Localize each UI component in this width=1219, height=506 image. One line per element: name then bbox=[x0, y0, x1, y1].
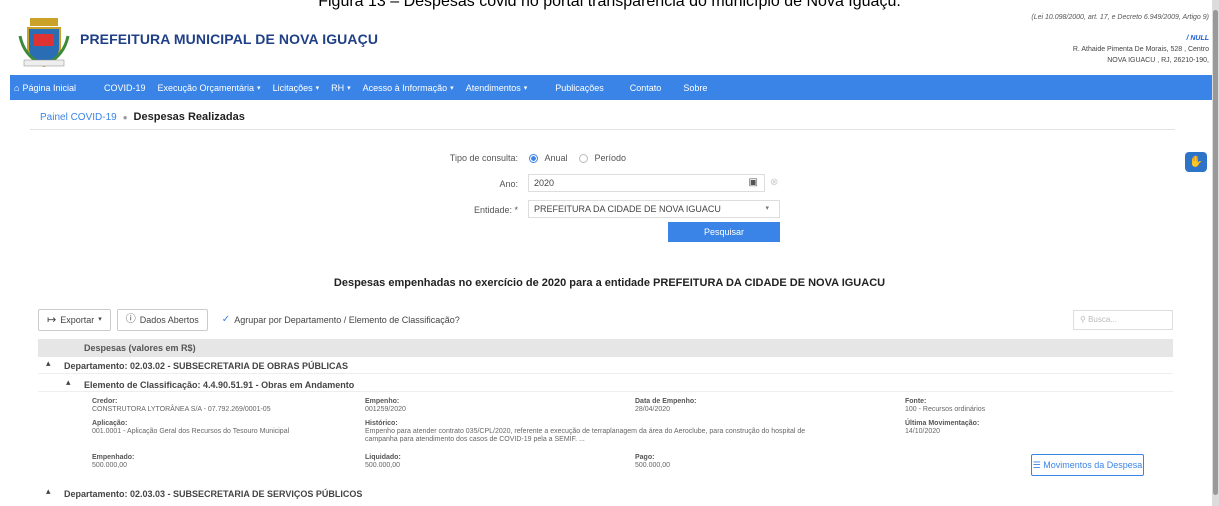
info-icon: ⓘ bbox=[125, 314, 136, 325]
chevron-down-icon: ▾ bbox=[347, 84, 351, 92]
chevron-down-icon: ▾ bbox=[98, 316, 102, 323]
search-input[interactable]: ⚲ Busca... bbox=[1073, 310, 1173, 330]
search-icon: ⚲ bbox=[1080, 315, 1086, 324]
movimentos-despesa-button[interactable]: ☰ Movimentos da Despesa bbox=[1031, 454, 1144, 476]
site-brand-title[interactable]: PREFEITURA MUNICIPAL DE NOVA IGUAÇU bbox=[80, 31, 378, 47]
calendar-icon[interactable]: ▣ bbox=[749, 175, 758, 191]
chevron-down-icon[interactable]: ▴ bbox=[46, 355, 51, 371]
scrollbar[interactable] bbox=[1212, 0, 1219, 506]
nav-contato[interactable]: Contato bbox=[624, 83, 668, 93]
home-icon: ⌂ bbox=[14, 82, 20, 93]
aplicacao-cell: Aplicação: 001.0001 - Aplicação Geral dos… bbox=[92, 420, 290, 435]
address-line-1: R. Athaide Pimenta De Morais, 528 , Cent… bbox=[1072, 46, 1209, 53]
nav-execucao[interactable]: Execução Orçamentária ▾ bbox=[152, 83, 267, 93]
nav-home[interactable]: ⌂ Página Inicial bbox=[10, 83, 82, 93]
site-header: PREFEITURA MUNICIPAL DE NOVA IGUAÇU (Lei… bbox=[10, 10, 1219, 74]
nav-rh[interactable]: RH ▾ bbox=[325, 83, 357, 93]
clear-icon[interactable]: ⊗ bbox=[770, 177, 778, 188]
chevron-down-icon[interactable]: ▴ bbox=[66, 375, 71, 389]
header-info: (Lei 10.098/2000, art. 17, e Decreto 6.9… bbox=[1031, 12, 1209, 66]
chevron-down-icon[interactable]: ▴ bbox=[46, 483, 51, 499]
main-navbar: ⌂ Página Inicial COVID-19 Execução Orçam… bbox=[10, 75, 1219, 100]
page-title: Despesas Realizadas bbox=[133, 111, 245, 123]
pesquisar-button[interactable]: Pesquisar bbox=[668, 222, 780, 242]
elemento-row[interactable]: ▴ Elemento de Classificação: 4.4.90.51.9… bbox=[38, 375, 1173, 392]
empenho-cell: Empenho: 001259/2020 bbox=[365, 398, 406, 413]
ano-label: Ano: bbox=[499, 179, 518, 189]
nav-sobre[interactable]: Sobre bbox=[677, 83, 713, 93]
ultima-movimentacao-cell: Última Movimentação: 14/10/2020 bbox=[905, 420, 980, 435]
liquidado-cell: Liquidado: 500.000,00 bbox=[365, 454, 401, 469]
exportar-button[interactable]: ↦ Exportar ▾ bbox=[38, 309, 111, 331]
user-null-label: / NULL bbox=[1186, 35, 1209, 42]
dados-abertos-button[interactable]: ⓘ Dados Abertos bbox=[116, 309, 208, 331]
accessibility-hand-icon[interactable]: ✋ bbox=[1185, 152, 1207, 172]
results-toolbar: ↦ Exportar ▾ ⓘ Dados Abertos ✓ Agrupar p… bbox=[38, 309, 468, 331]
nav-publicacoes[interactable]: Publicações bbox=[549, 83, 610, 93]
entidade-select[interactable]: PREFEITURA DA CIDADE DE NOVA IGUACU ▾ bbox=[528, 200, 780, 218]
city-coat-of-arms-logo[interactable] bbox=[16, 14, 72, 70]
agrupar-toggle[interactable]: ✓ Agrupar por Departamento / Elemento de… bbox=[213, 309, 468, 331]
dept-row-servicos[interactable]: ▴ Departamento: 02.03.03 - SUBSECRETARIA… bbox=[38, 486, 1173, 502]
radio-periodo[interactable]: Período bbox=[579, 153, 626, 164]
credor-cell: Credor: CONSTRUTORA LYTORÂNEA S/A - 07.79… bbox=[92, 398, 271, 413]
nav-acesso[interactable]: Acesso à Informação ▾ bbox=[357, 83, 460, 93]
scrollbar-thumb[interactable] bbox=[1213, 10, 1218, 495]
law-reference: (Lei 10.098/2000, art. 17, e Decreto 6.9… bbox=[1031, 14, 1209, 21]
table-header: Despesas (valores em R$) bbox=[38, 339, 1173, 357]
radio-anual-indicator[interactable] bbox=[529, 154, 538, 164]
address-line-2: NOVA IGUACU , RJ, 26210-190, bbox=[1107, 57, 1209, 64]
breadcrumb: Painel COVID-19 ● Despesas Realizadas bbox=[40, 111, 245, 123]
chevron-down-icon: ▾ bbox=[765, 205, 769, 212]
chevron-down-icon: ▾ bbox=[523, 84, 528, 92]
results-title: Despesas empenhadas no exercício de 2020… bbox=[333, 277, 886, 289]
divider bbox=[30, 129, 1175, 130]
radio-periodo-indicator[interactable] bbox=[579, 154, 588, 164]
entidade-label: Entidade: * bbox=[473, 205, 518, 215]
fonte-cell: Fonte: 100 - Recursos ordinários bbox=[905, 398, 986, 413]
nav-licitacoes[interactable]: Licitações ▾ bbox=[267, 83, 326, 93]
chevron-down-icon: ▾ bbox=[257, 84, 261, 92]
historico-cell: Histórico: Empenho para atender contrato … bbox=[365, 420, 806, 443]
radio-anual[interactable]: Anual bbox=[529, 153, 568, 164]
ano-input[interactable]: 2020 ▣ bbox=[528, 174, 765, 192]
nav-covid[interactable]: COVID-19 bbox=[98, 83, 152, 93]
nav-atendimentos[interactable]: Atendimentos ▾ bbox=[460, 83, 534, 93]
breadcrumb-parent-link[interactable]: Painel COVID-19 bbox=[40, 112, 117, 123]
list-icon: ☰ bbox=[1032, 460, 1041, 470]
tipo-consulta-label: Tipo de consulta: bbox=[449, 153, 518, 163]
chevron-down-icon: ▾ bbox=[450, 84, 454, 92]
check-icon: ✓ bbox=[221, 314, 231, 325]
export-icon: ↦ bbox=[47, 314, 57, 326]
empenhado-cell: Empenhado: 500.000,00 bbox=[92, 454, 135, 469]
pago-cell: Pago: 500.000,00 bbox=[635, 454, 671, 469]
dept-row-obras[interactable]: ▴ Departamento: 02.03.02 - SUBSECRETARIA… bbox=[38, 358, 1173, 374]
data-empenho-cell: Data de Empenho: 28/04/2020 bbox=[635, 398, 697, 413]
breadcrumb-separator: ● bbox=[122, 112, 128, 122]
chevron-down-icon: ▾ bbox=[315, 84, 320, 92]
